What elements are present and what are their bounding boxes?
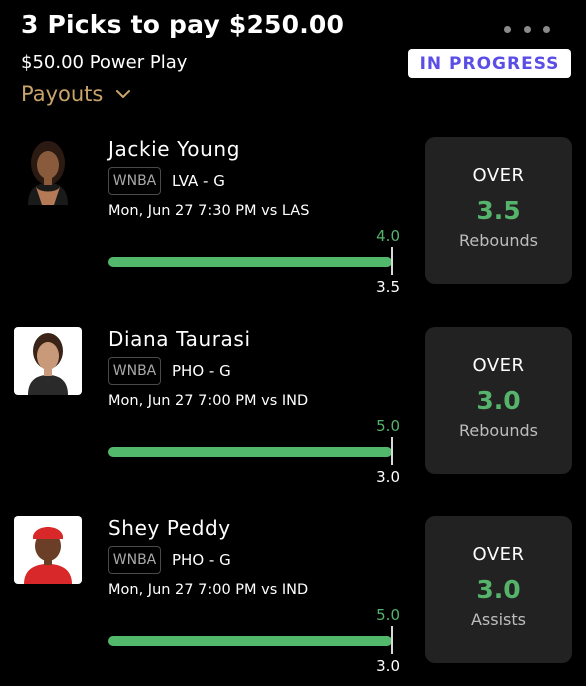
pick-row: Diana Taurasi WNBA PHO - G Mon, Jun 27 7… — [0, 327, 586, 497]
progress-track — [108, 636, 392, 646]
line-marker — [391, 247, 393, 275]
player-avatar — [14, 137, 82, 205]
payouts-label: Payouts — [21, 82, 104, 106]
player-name: Jackie Young — [108, 137, 240, 161]
dot — [504, 25, 511, 33]
progress-track — [108, 447, 392, 457]
payouts-toggle[interactable]: Payouts — [21, 82, 131, 106]
team-position: LVA - G — [172, 172, 225, 190]
league-badge: WNBA — [108, 546, 161, 574]
entry-type: $50.00 Power Play — [21, 52, 188, 73]
pick-direction: OVER — [472, 544, 525, 565]
dot — [543, 25, 550, 33]
pick-stat: Assists — [470, 610, 526, 629]
current-stat-value: 5.0 — [376, 417, 400, 435]
game-info: Mon, Jun 27 7:00 PM vs IND — [108, 393, 309, 409]
line-value: 3.0 — [376, 468, 400, 486]
chevron-down-icon — [116, 90, 131, 98]
progress-fill — [108, 257, 392, 267]
progress-track — [108, 257, 392, 267]
league-badge: WNBA — [108, 357, 161, 385]
line-marker — [391, 437, 393, 465]
pick-stat: Rebounds — [459, 231, 538, 250]
player-name: Diana Taurasi — [108, 327, 251, 351]
game-info: Mon, Jun 27 7:30 PM vs LAS — [108, 203, 310, 219]
current-stat-value: 5.0 — [376, 606, 400, 624]
player-avatar — [14, 327, 82, 395]
line-marker — [391, 626, 393, 654]
league-badge: WNBA — [108, 167, 161, 195]
team-position: PHO - G — [172, 551, 231, 569]
player-avatar — [14, 516, 82, 584]
pick-row: Shey Peddy WNBA PHO - G Mon, Jun 27 7:00… — [0, 516, 586, 686]
pick-line: 3.0 — [476, 575, 521, 604]
team-position: PHO - G — [172, 362, 231, 380]
page-title: 3 Picks to pay $250.00 — [21, 10, 345, 39]
dot — [523, 25, 531, 33]
progress-fill — [108, 447, 392, 457]
line-value: 3.0 — [376, 657, 400, 675]
more-horizontal-icon[interactable] — [504, 22, 550, 36]
game-info: Mon, Jun 27 7:00 PM vs IND — [108, 582, 309, 598]
pick-row: Jackie Young WNBA LVA - G Mon, Jun 27 7:… — [0, 137, 586, 307]
pick-direction: OVER — [472, 165, 525, 186]
status-badge: IN PROGRESS — [408, 49, 571, 78]
pick-stat: Rebounds — [459, 421, 538, 440]
pick-card[interactable]: OVER 3.0 Assists — [425, 516, 572, 663]
pick-line: 3.0 — [476, 386, 521, 415]
pick-line: 3.5 — [476, 196, 521, 225]
progress-fill — [108, 636, 392, 646]
current-stat-value: 4.0 — [376, 227, 400, 245]
pick-card[interactable]: OVER 3.5 Rebounds — [425, 137, 572, 284]
pick-card[interactable]: OVER 3.0 Rebounds — [425, 327, 572, 474]
pick-direction: OVER — [472, 355, 525, 376]
line-value: 3.5 — [376, 278, 400, 296]
player-name: Shey Peddy — [108, 516, 231, 540]
